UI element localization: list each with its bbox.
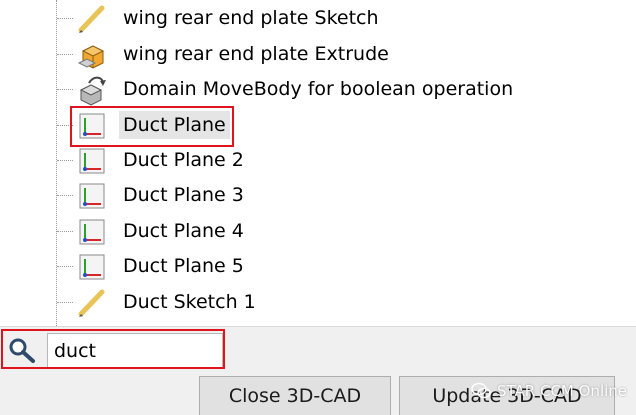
plane-axes-icon xyxy=(75,251,109,283)
close-3d-cad-button[interactable]: Close 3D-CAD xyxy=(199,376,391,415)
tree-branch-line xyxy=(57,89,73,90)
plane-axes-icon xyxy=(75,145,109,177)
tree-branch-line xyxy=(57,54,73,55)
tree-branch-line xyxy=(57,195,73,196)
tree-item-wing-rear-end-plate-sketch[interactable]: wing rear end plate Sketch xyxy=(0,1,636,36)
search-input[interactable] xyxy=(47,333,223,368)
plane-axes-icon xyxy=(75,216,109,248)
tree-item-duct-sketch-1[interactable]: Duct Sketch 1 xyxy=(0,285,636,320)
tree-branch-line xyxy=(57,231,73,232)
tree-item-label: Duct Sketch 1 xyxy=(123,291,256,313)
tree-branch-line xyxy=(57,18,73,19)
tree-item-label: wing rear end plate Extrude xyxy=(123,43,389,65)
magnifier-icon xyxy=(7,337,37,363)
watermark-text: STAR CCM Online xyxy=(497,382,628,400)
tree-item-domain-movebody[interactable]: Domain MoveBody for boolean operation xyxy=(0,72,636,107)
tree-item-label: Domain MoveBody for boolean operation xyxy=(123,78,514,100)
tree-item-duct-plane-3[interactable]: Duct Plane 3 xyxy=(0,178,636,213)
tree-branch-line xyxy=(57,160,73,161)
tree-item-label: Duct Plane 3 xyxy=(123,184,244,206)
tree-branch-line xyxy=(57,266,73,267)
selection-highlight-box xyxy=(70,106,234,147)
move-body-icon xyxy=(75,74,109,106)
wechat-icon xyxy=(471,382,491,399)
tree-branch-line xyxy=(57,302,73,303)
tree-item-label: Duct Plane 2 xyxy=(123,149,244,171)
extrude-icon xyxy=(75,39,109,71)
tree-item-label: Duct Plane 5 xyxy=(123,255,244,277)
watermark: STAR CCM Online xyxy=(471,378,627,404)
tree-item-duct-plane-5[interactable]: Duct Plane 5 xyxy=(0,249,636,284)
feature-tree: wing rear end plate Sketch wing rear end… xyxy=(0,0,636,326)
sketch-pencil-icon xyxy=(75,3,109,35)
tree-item-wing-rear-end-plate-extrude[interactable]: wing rear end plate Extrude xyxy=(0,37,636,72)
plane-axes-icon xyxy=(75,180,109,212)
tree-item-label: Duct Plane 4 xyxy=(123,220,244,242)
tree-item-label: wing rear end plate Sketch xyxy=(123,7,379,29)
search-bar xyxy=(0,326,636,372)
sketch-pencil-icon xyxy=(75,287,109,319)
tree-item-duct-plane-2[interactable]: Duct Plane 2 xyxy=(0,143,636,178)
tree-item-duct-plane-4[interactable]: Duct Plane 4 xyxy=(0,214,636,249)
